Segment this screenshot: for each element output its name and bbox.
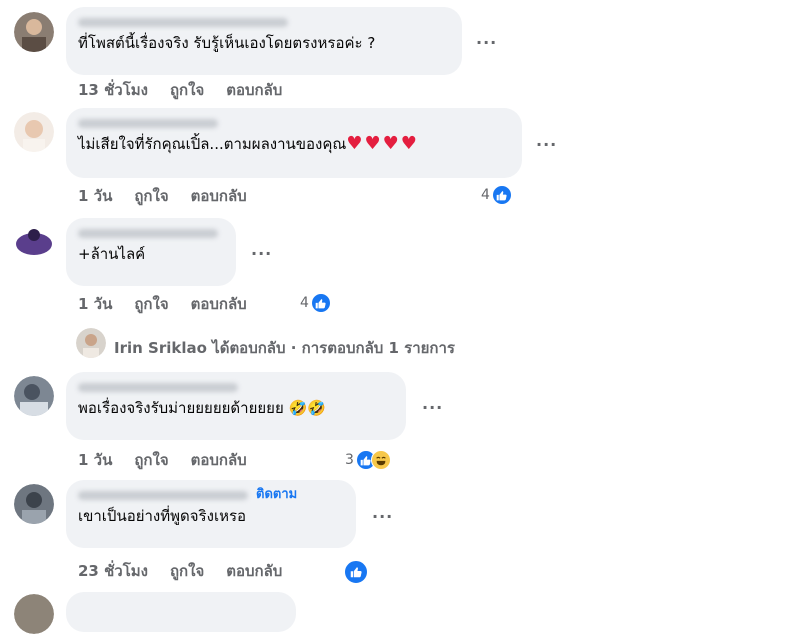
comment-bubble xyxy=(66,592,296,632)
comment-text: เขาเป็นอย่างที่พูดจริงเหรอ xyxy=(78,507,247,525)
view-replies-link[interactable]: Irin Sriklao ได้ตอบกลับ · การตอบกลับ 1 ร… xyxy=(114,336,455,360)
like-button[interactable]: ถูกใจ xyxy=(170,562,204,580)
comment-actions: 23 ชั่วโมง ถูกใจ ตอบกลับ xyxy=(78,561,304,581)
comment-time[interactable]: 1 วัน xyxy=(78,295,112,313)
comment-actions: 1 วัน ถูกใจ ตอบกลับ xyxy=(78,186,269,206)
reaction-count[interactable]: 4 xyxy=(300,293,331,313)
comment-time[interactable]: 13 ชั่วโมง xyxy=(78,81,148,99)
comment-bubble: ติดตาม เขาเป็นอย่างที่พูดจริงเหรอ xyxy=(66,480,356,548)
more-options-icon[interactable]: ··· xyxy=(251,246,272,262)
comment-text: ที่โพสต์นี้เรื่องจริง รับรู้เห็นเองโดยตร… xyxy=(78,34,376,52)
like-reaction-icon xyxy=(344,560,368,584)
reaction-count[interactable]: 4 xyxy=(481,185,512,205)
comment-actions: 1 วัน ถูกใจ ตอบกลับ xyxy=(78,294,269,314)
like-button[interactable]: ถูกใจ xyxy=(134,295,168,313)
comment-time[interactable]: 1 วัน xyxy=(78,451,112,469)
more-options-icon[interactable]: ··· xyxy=(422,400,443,416)
comment-time[interactable]: 23 ชั่วโมง xyxy=(78,562,148,580)
like-button[interactable]: ถูกใจ xyxy=(170,81,204,99)
comment-time[interactable]: 1 วัน xyxy=(78,187,112,205)
like-reaction-icon xyxy=(491,185,512,205)
reaction-count[interactable] xyxy=(344,560,368,584)
comment-bubble: ไม่เสียใจที่รักคุณเปิ้ล...ตามผลงานของคุณ… xyxy=(66,108,522,178)
laughing-emoji: 🤣🤣 xyxy=(288,399,326,417)
like-reaction-icon xyxy=(310,293,331,313)
reply-button[interactable]: ตอบกลับ xyxy=(191,187,247,205)
comment-actions: 13 ชั่วโมง ถูกใจ ตอบกลับ xyxy=(78,80,304,100)
reply-author: Irin Sriklao xyxy=(114,339,207,357)
comment-bubble: +ล้านไลค์ xyxy=(66,218,236,286)
comment-text: พอเรื่องจริงรับม่ายยยยยด้ายยยย 🤣🤣 xyxy=(78,399,326,417)
like-button[interactable]: ถูกใจ xyxy=(134,451,168,469)
comment-bubble: พอเรื่องจริงรับม่ายยยยยด้ายยยย 🤣🤣 xyxy=(66,372,406,440)
comment-text: ไม่เสียใจที่รักคุณเปิ้ล...ตามผลงานของคุณ… xyxy=(78,133,419,154)
reaction-count[interactable]: 3 xyxy=(345,450,391,470)
comment-author[interactable] xyxy=(78,379,394,395)
reply-button[interactable]: ตอบกลับ xyxy=(226,562,282,580)
follow-button[interactable]: ติดตาม xyxy=(256,487,297,502)
reply-button[interactable]: ตอบกลับ xyxy=(191,451,247,469)
avatar[interactable] xyxy=(14,112,54,152)
comment-author[interactable] xyxy=(78,115,510,131)
heart-emoji: ♥♥♥♥ xyxy=(346,133,419,154)
comment-bubble: ที่โพสต์นี้เรื่องจริง รับรู้เห็นเองโดยตร… xyxy=(66,7,462,75)
avatar[interactable] xyxy=(14,594,54,634)
avatar[interactable] xyxy=(14,12,54,52)
avatar[interactable] xyxy=(76,328,106,358)
reply-button[interactable]: ตอบกลับ xyxy=(226,81,282,99)
reply-button[interactable]: ตอบกลับ xyxy=(191,295,247,313)
haha-reaction-icon xyxy=(370,450,391,470)
comment-text: +ล้านไลค์ xyxy=(78,245,146,263)
comment-actions: 1 วัน ถูกใจ ตอบกลับ xyxy=(78,450,269,470)
avatar[interactable] xyxy=(14,376,54,416)
comment-author[interactable]: ติดตาม xyxy=(78,487,344,503)
avatar[interactable] xyxy=(14,484,54,524)
more-options-icon[interactable]: ··· xyxy=(536,137,557,153)
comment-author[interactable] xyxy=(78,14,450,30)
avatar[interactable] xyxy=(14,222,54,262)
more-options-icon[interactable]: ··· xyxy=(372,509,393,525)
comment-author[interactable] xyxy=(78,225,224,241)
like-button[interactable]: ถูกใจ xyxy=(134,187,168,205)
more-options-icon[interactable]: ··· xyxy=(476,35,497,51)
